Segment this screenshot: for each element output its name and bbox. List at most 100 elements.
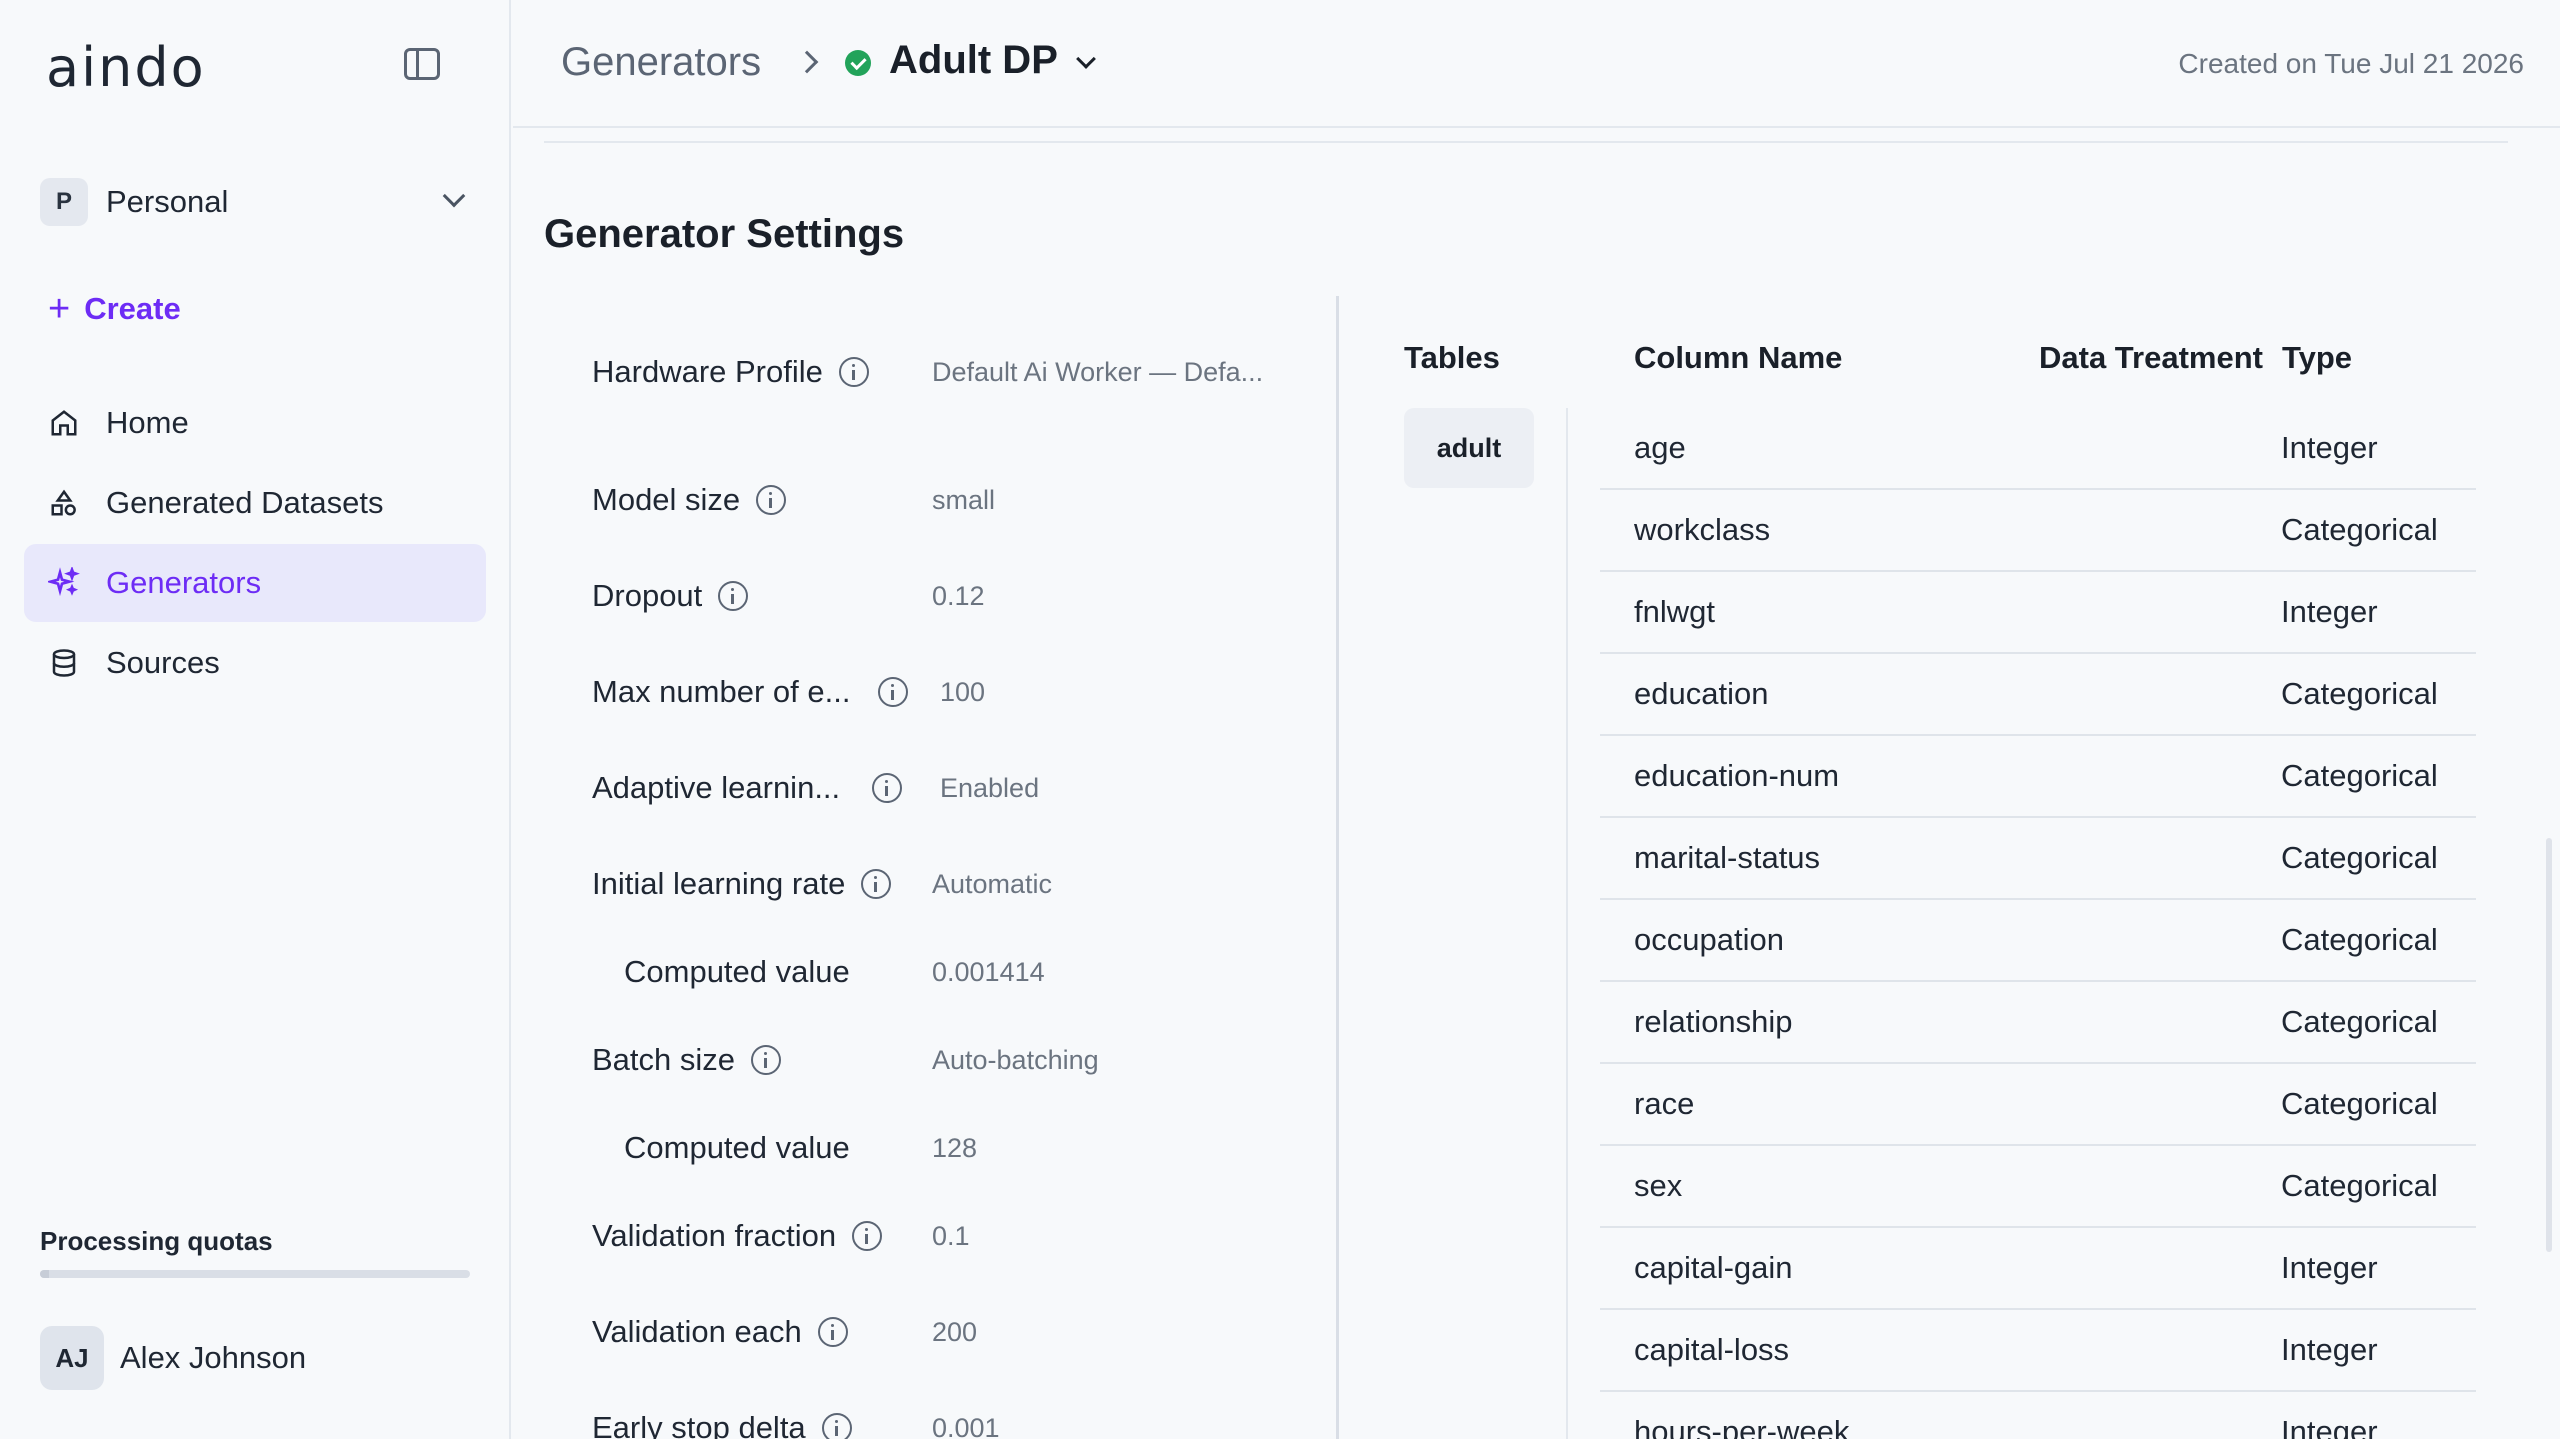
setting-label: Initial learning rate [592,866,846,901]
setting-label: Hardware Profile [592,354,823,389]
sidebar-item-generators[interactable]: Generators [24,544,486,622]
chevron-right-icon [795,50,819,74]
table-row[interactable]: marital-status Categorical [1600,818,2476,900]
table-row[interactable]: hours-per-week Integer [1600,1392,2476,1439]
workspace-name: Personal [106,184,229,219]
column-name: sex [1634,1168,1683,1203]
setting-label: Validation fraction [592,1218,837,1253]
setting-value: small [932,484,996,515]
column-type: Integer [2281,1332,2378,1367]
info-icon[interactable] [751,1045,782,1075]
sidebar-item-generated-datasets[interactable]: Generated Datasets [24,464,486,542]
home-icon [48,407,80,439]
sidebar-nav: Home Generated Datasets Generators Sourc… [24,384,486,704]
setting-adaptive-learning: Adaptive learnin... Enabled [592,766,1332,810]
plus-icon: + [48,288,71,330]
table-row[interactable]: education Categorical [1600,654,2476,736]
setting-value: 0.001 [932,1412,1000,1439]
column-type: Integer [2281,1250,2378,1285]
quota-progress-fill [40,1270,49,1278]
setting-label: Batch size [592,1042,736,1077]
shapes-icon [48,487,80,519]
sparkles-icon [48,567,80,599]
column-type: Categorical [2281,1004,2438,1039]
setting-label: Adaptive learnin... [592,770,841,805]
setting-value: 100 [940,676,986,707]
info-icon[interactable] [756,485,787,515]
table-row[interactable]: workclass Categorical [1600,490,2476,572]
table-row[interactable]: occupation Categorical [1600,900,2476,982]
workspace-selector[interactable]: P Personal [40,176,480,228]
column-type: Categorical [2281,1168,2438,1203]
user-name: Alex Johnson [120,1340,307,1375]
setting-initial-learning-rate: Initial learning rate Automatic [592,862,1332,906]
info-icon[interactable] [861,869,892,899]
breadcrumb-generators[interactable]: Generators [561,40,761,85]
create-label: Create [84,291,181,326]
sidebar-item-label: Generators [106,565,262,600]
info-icon[interactable] [872,773,903,803]
info-icon[interactable] [852,1221,883,1251]
sidebar-item-label: Generated Datasets [106,485,384,520]
database-icon [48,647,80,679]
info-icon[interactable] [718,581,749,611]
page-title[interactable]: Adult DP [889,38,1058,83]
scrollbar[interactable] [2546,838,2552,1252]
setting-max-epochs: Max number of e... 100 [592,670,1332,714]
sidebar-item-label: Sources [106,645,220,680]
column-name: race [1634,1086,1695,1121]
table-row[interactable]: fnlwgt Integer [1600,572,2476,654]
table-row[interactable]: age Integer [1600,408,2476,490]
info-icon[interactable] [838,357,869,387]
setting-value: Automatic [932,868,1053,899]
setting-model-size: Model size small [592,478,1332,522]
sidebar-item-home[interactable]: Home [24,384,486,462]
info-icon[interactable] [817,1317,848,1347]
table-row[interactable]: education-num Categorical [1600,736,2476,818]
page-header: Generators Adult DP Created on Tue Jul 2… [513,0,2560,128]
avatar: AJ [40,1326,104,1390]
sidebar-item-sources[interactable]: Sources [24,624,486,702]
quota-progress-bar [40,1270,470,1278]
setting-value: Enabled [940,772,1040,803]
column-name: capital-gain [1634,1250,1793,1285]
setting-label: Validation each [592,1314,802,1349]
user-menu[interactable]: AJ Alex Johnson [40,1326,306,1390]
chevron-down-icon[interactable] [1076,49,1096,69]
info-icon[interactable] [821,1413,852,1439]
column-type: Categorical [2281,512,2438,547]
processing-quotas-title[interactable]: Processing quotas [40,1226,273,1257]
setting-value: 0.001414 [932,956,1045,987]
tables-header: Tables [1404,340,1500,375]
section-title: Generator Settings [544,212,905,256]
table-row[interactable]: sex Categorical [1600,1146,2476,1228]
table-row[interactable]: capital-gain Integer [1600,1228,2476,1310]
table-row[interactable]: relationship Categorical [1600,982,2476,1064]
column-name: workclass [1634,512,1771,547]
setting-value: Default Ai Worker — Defa... [932,356,1264,387]
setting-batch-size: Batch size Auto-batching [592,1038,1332,1082]
sidebar-toggle-icon[interactable] [404,48,440,80]
column-type: Categorical [2281,922,2438,957]
setting-label: Model size [592,482,741,517]
divider [1566,408,1568,1439]
table-row[interactable]: race Categorical [1600,1064,2476,1146]
setting-validation-fraction: Validation fraction 0.1 [592,1214,1332,1258]
app-logo[interactable]: aindo [46,36,206,99]
column-name: occupation [1634,922,1784,957]
table-row[interactable]: capital-loss Integer [1600,1310,2476,1392]
column-name: education-num [1634,758,1840,793]
setting-label: Early stop delta [592,1410,806,1439]
create-button[interactable]: + Create [48,290,181,328]
table-item-adult[interactable]: adult [1404,408,1534,488]
setting-label: Dropout [592,578,703,613]
column-name: marital-status [1634,840,1821,875]
chevron-down-icon [442,184,466,208]
column-name: fnlwgt [1634,594,1715,629]
setting-value: Auto-batching [932,1044,1099,1075]
info-icon[interactable] [878,677,909,707]
setting-validation-each: Validation each 200 [592,1310,1332,1354]
created-date: Created on Tue Jul 21 2026 [2178,48,2524,79]
column-name: relationship [1634,1004,1793,1039]
panel-divider [1336,296,1339,1439]
